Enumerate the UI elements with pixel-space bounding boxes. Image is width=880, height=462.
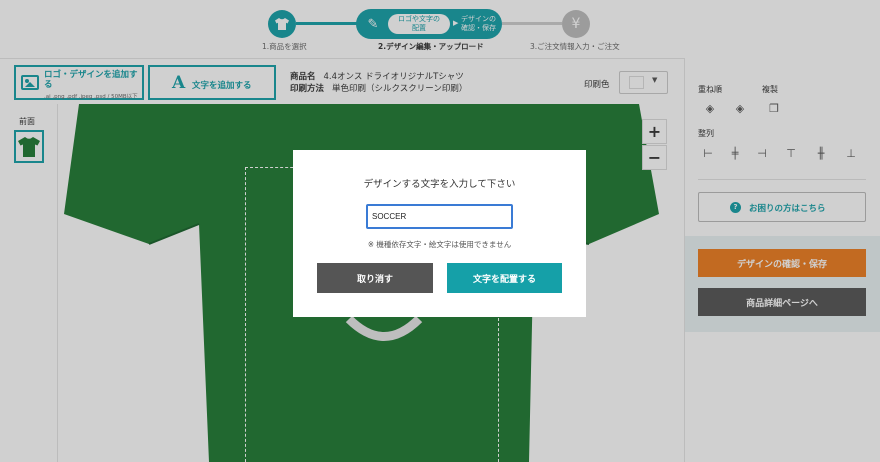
dialog-note: ※ 機種依存文字・絵文字は使用できません: [367, 240, 512, 249]
place-text-button[interactable]: 文字を配置する: [447, 263, 562, 293]
dialog-title: デザインする文字を入力して下さい: [363, 179, 516, 190]
design-text-input[interactable]: [366, 204, 513, 229]
cancel-button[interactable]: 取り消す: [317, 263, 433, 293]
text-input-dialog: デザインする文字を入力して下さい ※ 機種依存文字・絵文字は使用できません 取り…: [293, 150, 586, 317]
